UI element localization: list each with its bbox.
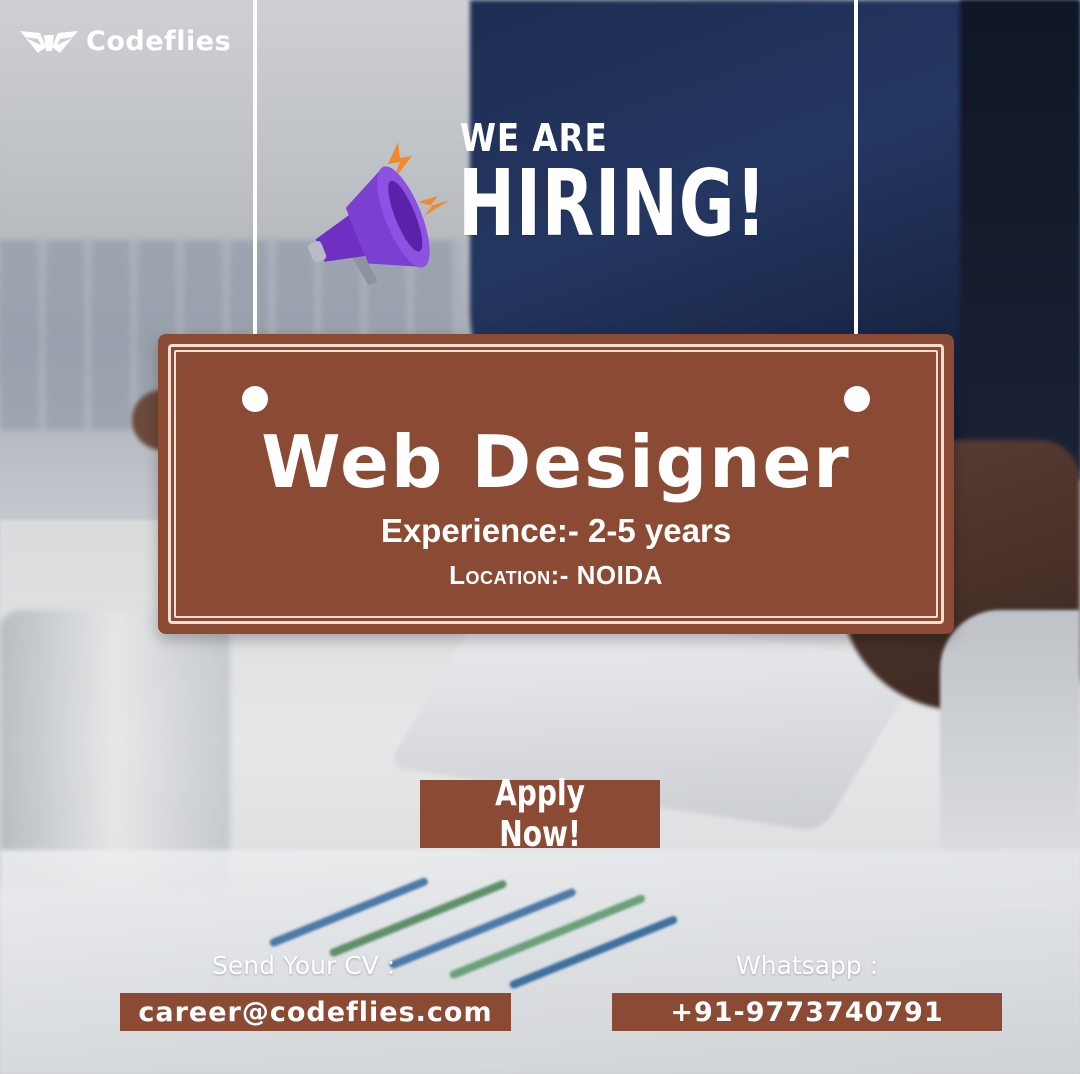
- career-email-link[interactable]: career@codeflies.com: [120, 993, 511, 1031]
- sign-pin-right: [844, 386, 870, 412]
- background-water-glass: [0, 610, 230, 890]
- whatsapp-phone-link[interactable]: +91-9773740791: [612, 993, 1002, 1031]
- background-person-shadow: [960, 0, 1080, 480]
- brand-logo: Codeflies: [18, 26, 231, 57]
- wings-logo-icon: [20, 30, 78, 53]
- job-title: Web Designer: [261, 420, 851, 504]
- megaphone-icon: [308, 142, 450, 285]
- send-cv-label: Send Your CV :: [212, 951, 396, 980]
- apply-now-label: Apply Now!: [495, 773, 585, 855]
- whatsapp-label: Whatsapp :: [736, 951, 879, 980]
- background-bar-graphic: [268, 876, 730, 1000]
- apply-now-button[interactable]: Apply Now!: [420, 773, 660, 855]
- headline-hiring: HIRING!: [458, 150, 768, 257]
- sign-pin-left: [242, 386, 268, 412]
- brand-name: Codeflies: [86, 26, 232, 57]
- hiring-poster: Codeflies WE ARE HIRING! Web Designer Ex…: [0, 0, 1080, 1074]
- job-experience: Experience:- 2-5 years: [380, 512, 732, 549]
- job-location: Location:- NOIDA: [449, 560, 663, 590]
- job-sign-board: Web Designer Experience:- 2-5 years Loca…: [158, 334, 954, 634]
